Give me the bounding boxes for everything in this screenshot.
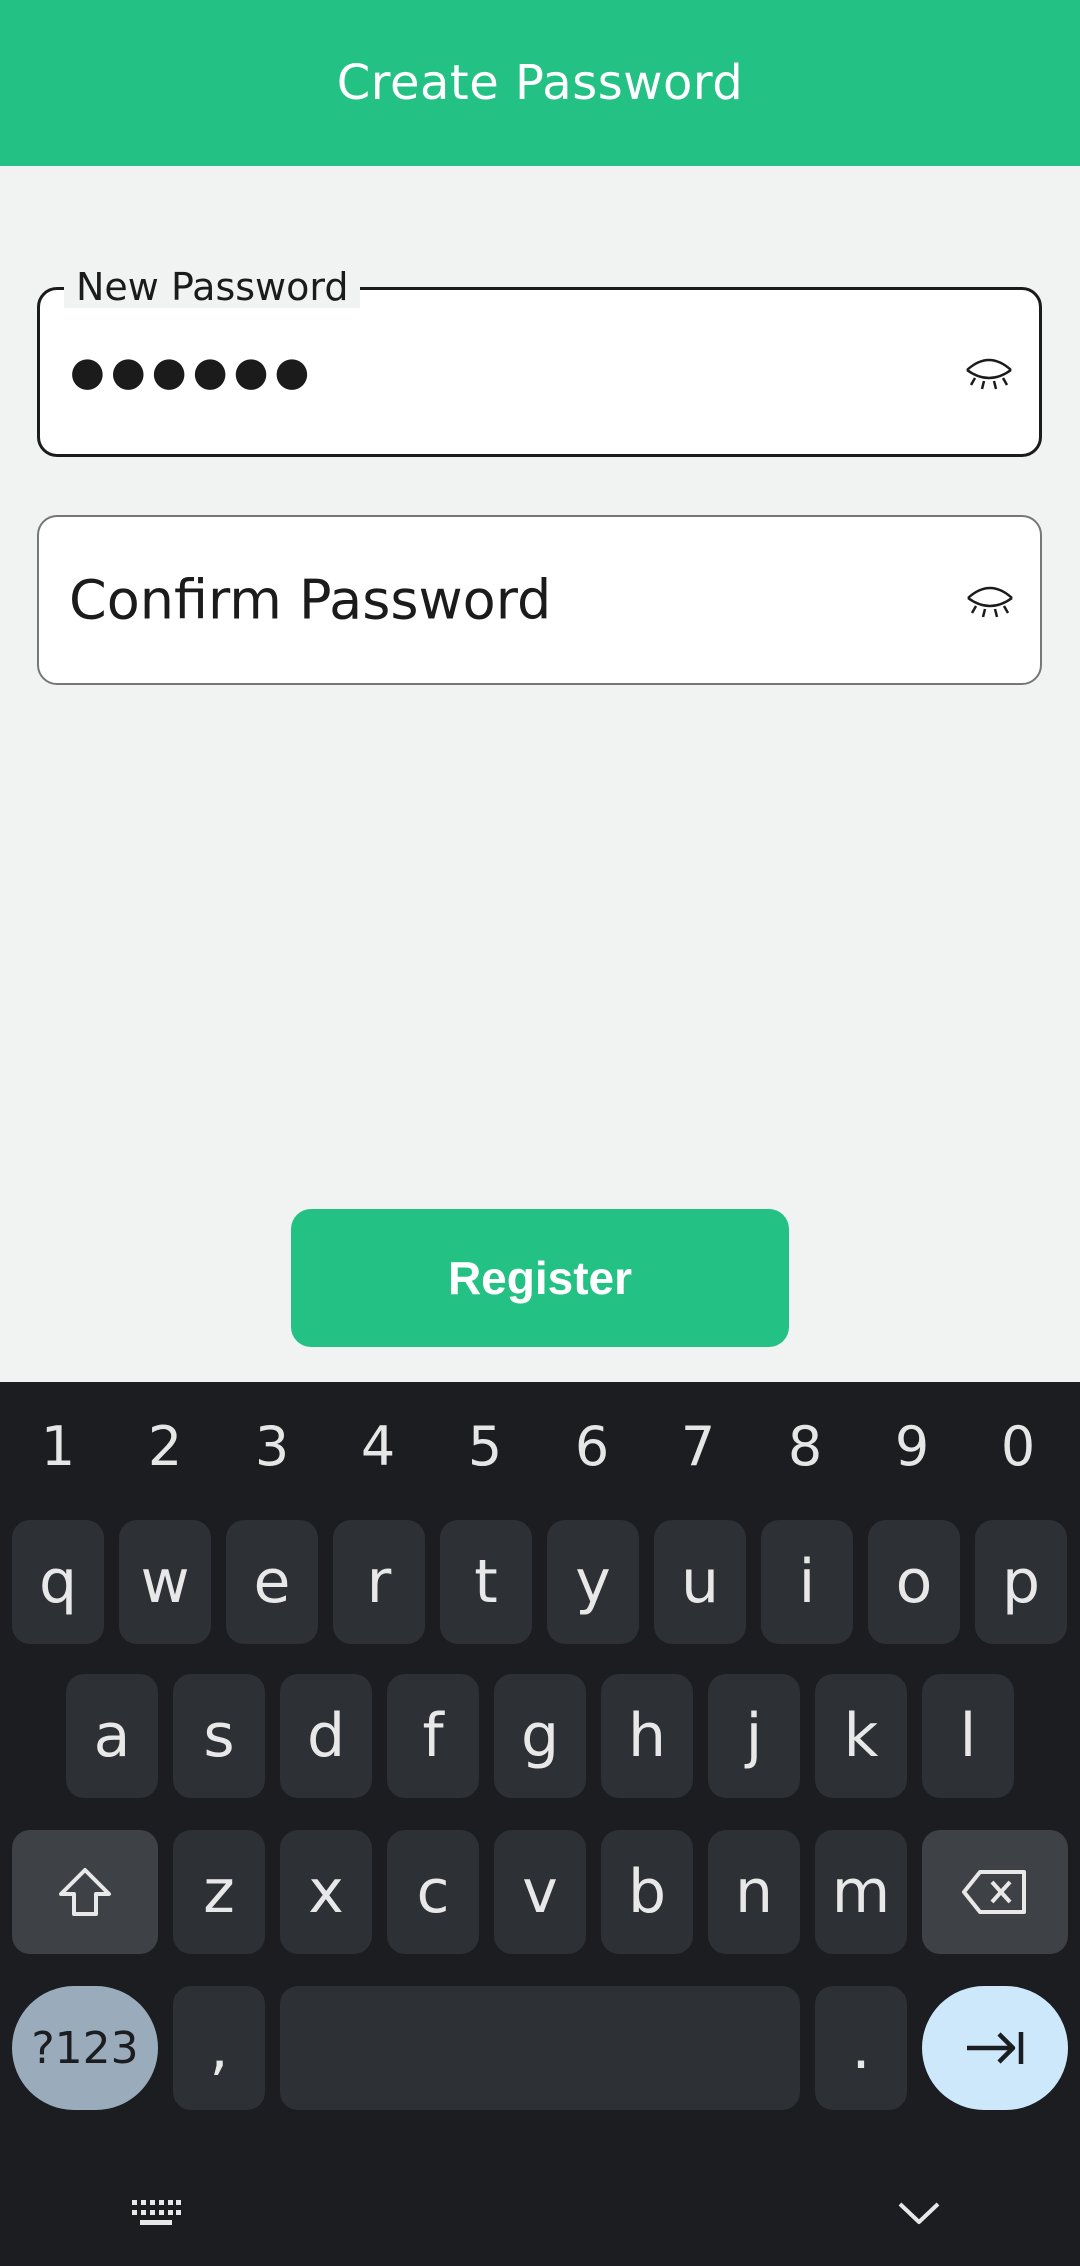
new-password-value: ●●●●●● bbox=[70, 349, 316, 395]
key-9[interactable]: 9 bbox=[862, 1412, 962, 1482]
key-i[interactable]: i bbox=[761, 1520, 853, 1644]
new-password-field[interactable]: New Password ●●●●●● bbox=[37, 266, 1042, 457]
key-p[interactable]: p bbox=[975, 1520, 1067, 1644]
key-j[interactable]: j bbox=[708, 1674, 800, 1798]
app-header: Create Password bbox=[0, 0, 1080, 166]
key-a[interactable]: a bbox=[66, 1674, 158, 1798]
number-row: 1 2 3 4 5 6 7 8 9 0 bbox=[0, 1412, 1080, 1482]
soft-keyboard: 1 2 3 4 5 6 7 8 9 0 q w e r t y u i o p … bbox=[0, 1382, 1080, 2266]
register-button[interactable]: Register bbox=[291, 1209, 789, 1347]
confirm-password-field[interactable]: Confirm Password bbox=[37, 515, 1042, 685]
period-key[interactable]: . bbox=[815, 1986, 907, 2110]
comma-key[interactable]: , bbox=[173, 1986, 265, 2110]
key-l[interactable]: l bbox=[922, 1674, 1014, 1798]
key-z[interactable]: z bbox=[173, 1830, 265, 1954]
key-w[interactable]: w bbox=[119, 1520, 211, 1644]
eye-closed-icon[interactable] bbox=[963, 352, 1015, 392]
key-m[interactable]: m bbox=[815, 1830, 907, 1954]
backspace-key[interactable] bbox=[922, 1830, 1068, 1954]
key-b[interactable]: b bbox=[601, 1830, 693, 1954]
key-4[interactable]: 4 bbox=[328, 1412, 428, 1482]
key-x[interactable]: x bbox=[280, 1830, 372, 1954]
space-key[interactable] bbox=[280, 1986, 800, 2110]
key-7[interactable]: 7 bbox=[648, 1412, 748, 1482]
key-s[interactable]: s bbox=[173, 1674, 265, 1798]
key-r[interactable]: r bbox=[333, 1520, 425, 1644]
hide-keyboard-icon[interactable] bbox=[896, 2198, 942, 2228]
key-n[interactable]: n bbox=[708, 1830, 800, 1954]
key-t[interactable]: t bbox=[440, 1520, 532, 1644]
keyboard-switch-icon[interactable] bbox=[130, 2198, 182, 2230]
key-d[interactable]: d bbox=[280, 1674, 372, 1798]
eye-closed-icon[interactable] bbox=[964, 580, 1016, 620]
key-6[interactable]: 6 bbox=[542, 1412, 642, 1482]
new-password-label: New Password bbox=[64, 266, 361, 308]
tab-arrow-icon bbox=[967, 2032, 1024, 2064]
key-5[interactable]: 5 bbox=[435, 1412, 535, 1482]
key-2[interactable]: 2 bbox=[115, 1412, 215, 1482]
key-k[interactable]: k bbox=[815, 1674, 907, 1798]
key-8[interactable]: 8 bbox=[755, 1412, 855, 1482]
shift-icon bbox=[59, 1868, 111, 1916]
symbols-mode-key[interactable]: ?123 bbox=[12, 1986, 158, 2110]
key-0[interactable]: 0 bbox=[968, 1412, 1068, 1482]
next-field-key[interactable] bbox=[922, 1986, 1068, 2110]
page-title: Create Password bbox=[336, 55, 744, 111]
key-o[interactable]: o bbox=[868, 1520, 960, 1644]
key-u[interactable]: u bbox=[654, 1520, 746, 1644]
key-f[interactable]: f bbox=[387, 1674, 479, 1798]
key-v[interactable]: v bbox=[494, 1830, 586, 1954]
keyboard-bottom-bar bbox=[0, 2162, 1080, 2266]
backspace-icon bbox=[962, 1870, 1026, 1914]
shift-key[interactable] bbox=[12, 1830, 158, 1954]
key-g[interactable]: g bbox=[494, 1674, 586, 1798]
key-e[interactable]: e bbox=[226, 1520, 318, 1644]
key-3[interactable]: 3 bbox=[222, 1412, 322, 1482]
key-y[interactable]: y bbox=[547, 1520, 639, 1644]
key-1[interactable]: 1 bbox=[8, 1412, 108, 1482]
key-q[interactable]: q bbox=[12, 1520, 104, 1644]
key-c[interactable]: c bbox=[387, 1830, 479, 1954]
confirm-password-placeholder: Confirm Password bbox=[69, 568, 552, 632]
key-h[interactable]: h bbox=[601, 1674, 693, 1798]
